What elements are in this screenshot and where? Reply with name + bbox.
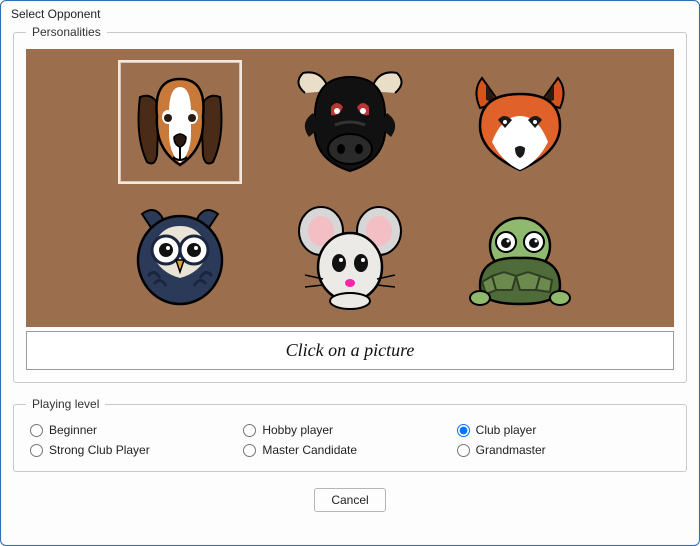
playing-level-options: Beginner Hobby player Club player Strong… <box>26 421 674 459</box>
personalities-group: Personalities <box>13 25 687 383</box>
level-label: Club player <box>476 423 537 437</box>
portrait-prompt: Click on a picture <box>26 331 674 370</box>
level-label: Beginner <box>49 423 97 437</box>
level-label: Strong Club Player <box>49 443 150 457</box>
fox-icon <box>462 64 578 180</box>
portrait-owl[interactable] <box>120 194 240 314</box>
portrait-fox[interactable] <box>460 62 580 182</box>
playing-level-group: Playing level Beginner Hobby player Club… <box>13 397 687 472</box>
portrait-mouse[interactable] <box>290 194 410 314</box>
level-input-grandmaster[interactable] <box>457 444 470 457</box>
level-radio-beginner[interactable]: Beginner <box>30 423 243 437</box>
portrait-row-2 <box>120 194 580 314</box>
level-radio-hobby[interactable]: Hobby player <box>243 423 456 437</box>
level-radio-grandmaster[interactable]: Grandmaster <box>457 443 670 457</box>
dialog-window: Select Opponent Personalities <box>0 0 700 546</box>
level-input-beginner[interactable] <box>30 424 43 437</box>
portrait-row-1 <box>120 62 580 182</box>
level-input-master-candidate[interactable] <box>243 444 256 457</box>
dialog-content: Personalities <box>1 25 699 545</box>
level-input-strong-club[interactable] <box>30 444 43 457</box>
turtle-icon <box>462 196 578 312</box>
level-input-club[interactable] <box>457 424 470 437</box>
owl-icon <box>124 198 236 310</box>
dialog-title: Select Opponent <box>1 1 699 25</box>
playing-level-legend: Playing level <box>26 397 105 411</box>
portrait-bull[interactable] <box>290 62 410 182</box>
portrait-panel <box>26 49 674 327</box>
mouse-icon <box>293 197 407 311</box>
level-radio-strong-club[interactable]: Strong Club Player <box>30 443 243 457</box>
beagle-icon <box>125 67 235 177</box>
level-label: Master Candidate <box>262 443 357 457</box>
level-radio-master-candidate[interactable]: Master Candidate <box>243 443 456 457</box>
portrait-turtle[interactable] <box>460 194 580 314</box>
level-input-hobby[interactable] <box>243 424 256 437</box>
level-radio-club[interactable]: Club player <box>457 423 670 437</box>
portrait-beagle[interactable] <box>120 62 240 182</box>
level-label: Grandmaster <box>476 443 546 457</box>
personalities-legend: Personalities <box>26 25 107 39</box>
level-label: Hobby player <box>262 423 333 437</box>
cancel-button[interactable]: Cancel <box>314 488 386 512</box>
dialog-footer: Cancel <box>13 486 687 522</box>
bull-icon <box>291 63 409 181</box>
